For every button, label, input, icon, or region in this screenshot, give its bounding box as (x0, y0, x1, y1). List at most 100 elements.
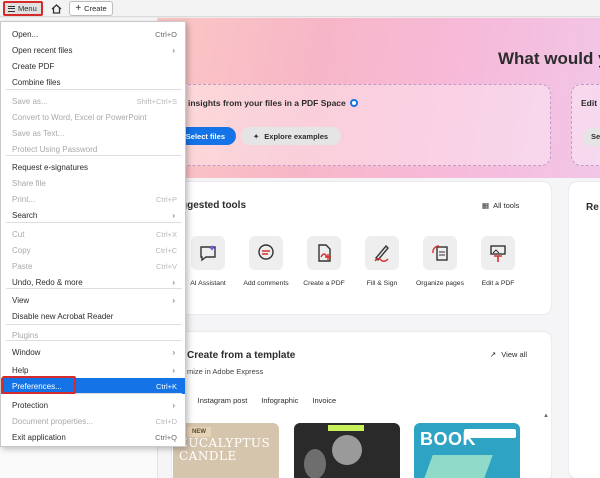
menu-item-label: Request e-signatures (12, 162, 89, 172)
view-all-link[interactable]: ↗ View all (490, 350, 527, 359)
top-bar: Menu + Create (0, 0, 600, 17)
all-tools-label: All tools (493, 201, 520, 210)
chevron-right-icon: › (172, 210, 175, 220)
hero-title: What would y (498, 49, 600, 68)
menu-item-label: Search (12, 210, 38, 220)
main-menu-dropdown: Open... Ctrl+O Open recent files › Create PD… (0, 21, 186, 447)
tool-ai-assistant[interactable]: AI Assistant (178, 236, 238, 287)
menu-item-shortcut: Ctrl+O (155, 29, 177, 39)
chevron-right-icon: › (172, 295, 175, 305)
menu-item-label: Copy (12, 245, 31, 255)
external-link-icon: ↗ (490, 350, 497, 359)
edit-card-button[interactable]: Se (583, 128, 600, 146)
menu-item-open-recent-files[interactable]: Open recent files › (1, 42, 185, 58)
menu-item-preferences[interactable]: Preferences... Ctrl+K (1, 378, 185, 394)
thumbnail-text: EUCALYPTUS CANDLE (179, 436, 271, 463)
chevron-right-icon: › (172, 347, 175, 357)
template-thumbnail[interactable] (294, 423, 400, 478)
tool-add-comments[interactable]: Add comments (236, 236, 296, 287)
template-thumbnail[interactable]: BOOK (414, 423, 520, 478)
ai-badge-icon (349, 99, 358, 107)
sparkle-icon: ✦ (253, 131, 260, 141)
menu-item-label: Paste (12, 261, 33, 271)
tool-edit-pdf[interactable]: Edit a PDF (468, 236, 528, 287)
menu-item-shortcut: Ctrl+X (155, 229, 177, 239)
menu-item-protection[interactable]: Protection › (1, 397, 185, 413)
tool-create-pdf[interactable]: Create a PDF (294, 236, 354, 287)
thumbnail-decoration (464, 429, 516, 438)
menu-item-label: Window (12, 347, 41, 357)
create-button-label: Create (84, 4, 107, 13)
menu-item-label: Undo, Redo & more (12, 277, 83, 287)
book-illustration (423, 455, 493, 478)
menu-item-copy: Copy Ctrl+C (1, 242, 185, 258)
chevron-right-icon: › (172, 365, 175, 375)
menu-item-shortcut: Ctrl+V (155, 261, 177, 271)
menu-item-request-e-signatures[interactable]: Request e-signatures (1, 159, 185, 175)
edit-pdf-icon (481, 236, 515, 270)
menu-separator (6, 222, 182, 223)
thumbnail-decoration (304, 449, 326, 478)
chevron-right-icon: › (172, 400, 175, 410)
comment-icon (249, 236, 283, 270)
tool-organize-pages[interactable]: Organize pages (410, 236, 470, 287)
organize-pages-icon (423, 236, 457, 270)
menu-item-label: Convert to Word, Excel or PowerPoint (12, 112, 147, 122)
menu-item-label: Create PDF (12, 61, 55, 71)
menu-item-disable-new-acrobat-reader[interactable]: Disable new Acrobat Reader (1, 308, 185, 324)
menu-item-label: Preferences... (12, 381, 62, 391)
create-button[interactable]: + Create (69, 1, 113, 16)
menu-item-label: Cut (12, 229, 25, 239)
menu-item-share-file: Share file (1, 175, 185, 191)
menu-item-create-pdf[interactable]: Create PDF (1, 58, 185, 74)
menu-item-label: Exit application (12, 432, 66, 442)
menu-item-search[interactable]: Search › (1, 207, 185, 223)
menu-button[interactable]: Menu (3, 1, 43, 16)
menu-item-shortcut: Ctrl+D (155, 416, 177, 426)
hamburger-icon (8, 5, 15, 12)
menu-item-shortcut: Shift+Ctrl+S (136, 96, 177, 106)
template-tab[interactable]: Infographic (261, 396, 298, 409)
template-thumbnail[interactable]: NEW EUCALYPTUS CANDLE (173, 423, 279, 478)
menu-item-shortcut: Ctrl+K (155, 381, 177, 391)
tool-fill-sign[interactable]: Fill & Sign (352, 236, 412, 287)
tool-label: Fill & Sign (366, 280, 398, 287)
menu-button-label: Menu (18, 4, 37, 13)
all-tools-link[interactable]: ▦ All tools (482, 201, 519, 210)
menu-item-shortcut: Ctrl+Q (155, 432, 177, 442)
menu-item-label: Share file (12, 178, 46, 188)
menu-item-label: Protect Using Password (12, 144, 98, 154)
thumbnail-decoration (328, 425, 364, 431)
menu-item-print: Print... Ctrl+P (1, 191, 185, 207)
tool-label: AI Assistant (190, 280, 226, 287)
menu-item-open[interactable]: Open... Ctrl+O (1, 26, 185, 42)
menu-item-document-properties: Document properties... Ctrl+D (1, 413, 185, 429)
template-tab[interactable]: Instagram post (198, 396, 248, 409)
menu-item-combine-files[interactable]: Combine files (1, 74, 185, 90)
edit-card-title: Edit (581, 98, 598, 108)
menu-item-window[interactable]: Window › (1, 344, 185, 360)
template-title: Create from a template (187, 350, 296, 361)
menu-separator (6, 340, 182, 341)
menu-item-label: Protection (12, 400, 49, 410)
menu-item-exit-application[interactable]: Exit application Ctrl+Q (1, 429, 185, 445)
menu-item-save-as: Save as... Shift+Ctrl+S (1, 93, 185, 109)
menu-item-label: View (12, 295, 30, 305)
pdf-space-card (168, 84, 551, 166)
pdf-space-label: insights from your files in a PDF Space (188, 98, 346, 108)
menu-item-paste: Paste Ctrl+V (1, 258, 185, 274)
explore-examples-button[interactable]: ✦ Explore examples (241, 127, 341, 145)
scroll-up-arrow[interactable]: ▲ (543, 413, 549, 419)
create-pdf-icon (307, 236, 341, 270)
menu-item-view[interactable]: View › (1, 292, 185, 308)
menu-item-shortcut: Ctrl+C (155, 245, 177, 255)
menu-item-label: Open recent files (12, 45, 73, 55)
menu-item-label: Save as Text... (12, 128, 65, 138)
tool-label: Add comments (243, 280, 289, 287)
pen-icon (365, 236, 399, 270)
template-tab[interactable]: Invoice (312, 396, 336, 409)
chevron-right-icon: › (172, 45, 175, 55)
template-subtitle: mize in Adobe Express (187, 367, 264, 376)
home-button[interactable] (49, 1, 64, 16)
menu-item-help[interactable]: Help › (1, 362, 185, 378)
